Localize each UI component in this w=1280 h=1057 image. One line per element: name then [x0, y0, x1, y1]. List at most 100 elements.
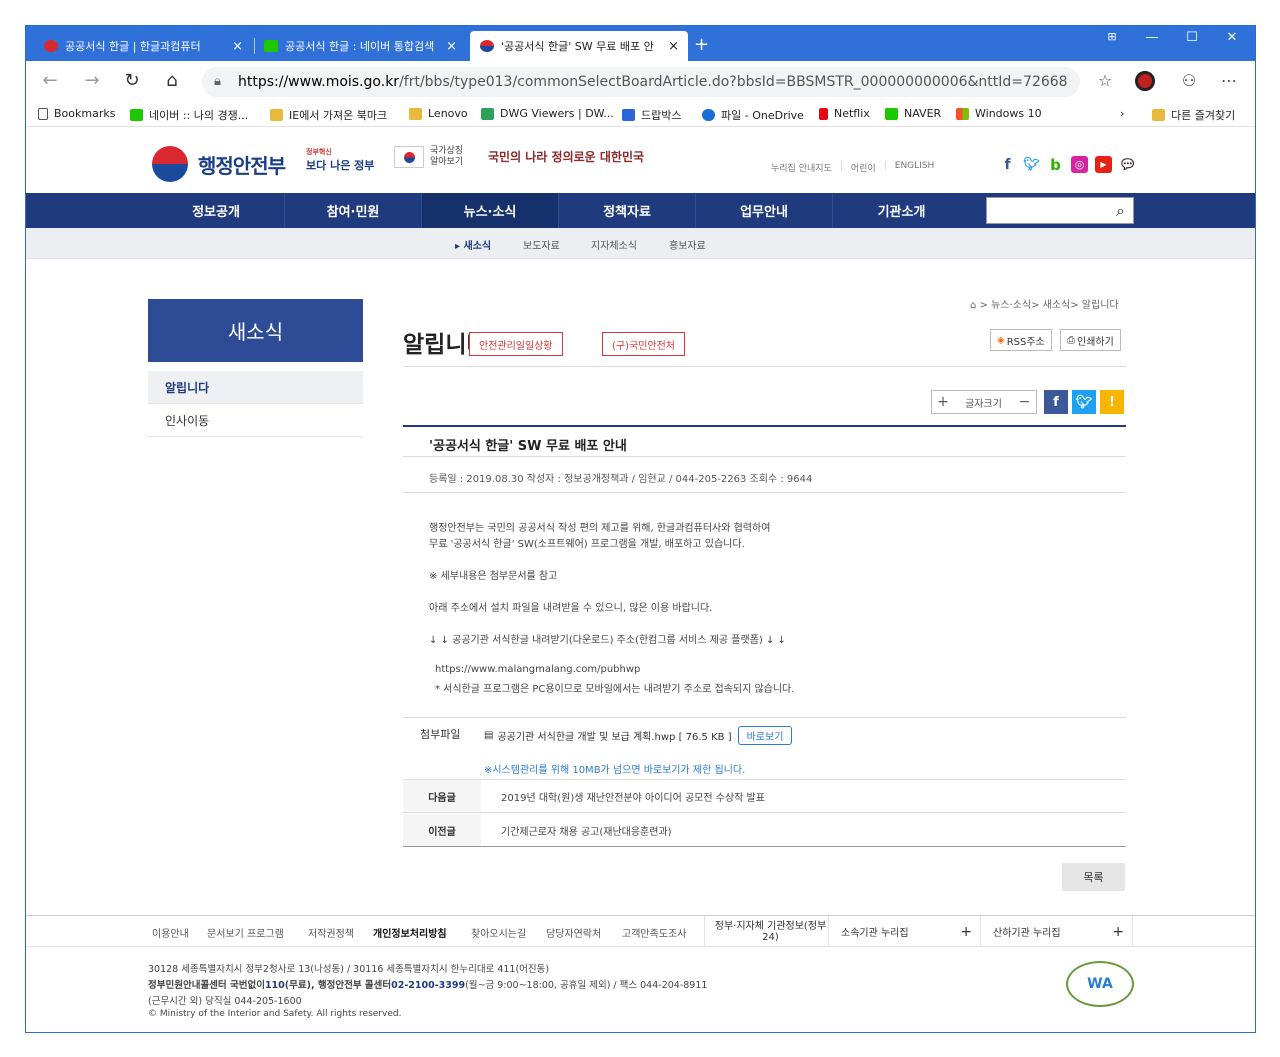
bookmark-item[interactable]: 네이버 :: 나의 경쟁...: [130, 107, 248, 123]
gnb-business[interactable]: 업무안내: [696, 193, 833, 228]
next-post-row[interactable]: 다음글 2019년 대학(원)생 재난안전분야 아이디어 공모전 수상작 발표: [403, 780, 1126, 813]
gnb-participation[interactable]: 참여·민원: [285, 193, 422, 228]
slogan-badge[interactable]: 국민의 나라 정의로운 대한민국: [488, 148, 644, 165]
minimize-icon[interactable]: —: [1132, 30, 1172, 45]
footer-link[interactable]: 저작권정책: [308, 925, 354, 940]
list-button[interactable]: 목록: [1062, 863, 1125, 891]
favorites-icon[interactable]: ☆: [1094, 71, 1116, 90]
close-icon[interactable]: ×: [446, 39, 457, 54]
bookmark-item[interactable]: DWG Viewers | DW...: [481, 107, 614, 120]
maximize-icon[interactable]: ☐: [1172, 30, 1212, 45]
gnb-policy[interactable]: 정책자료: [559, 193, 696, 228]
attachment-link[interactable]: 공공기관 서식한글 개발 및 보급 계획.hwp [ 76.5 KB ]: [497, 728, 731, 743]
tab-mois-article[interactable]: '공공서식 한글' SW 무료 배포 안 ×: [470, 31, 688, 61]
top-link-sitemap[interactable]: 누리집 안내지도: [771, 161, 832, 174]
footer-links: 이용안내 문서보기 프로그램 저작권정책 개인정보처리방침 찾아오시는길 담당자…: [26, 915, 1255, 947]
bookmark-item[interactable]: 드랍박스: [622, 107, 681, 123]
gnb-info-disclosure[interactable]: 정보공개: [148, 193, 285, 228]
subsidiary-sites-select[interactable]: 산하기관 누리집 +: [980, 916, 1133, 947]
gnb-news[interactable]: 뉴스·소식: [422, 193, 559, 228]
kakaotalk-icon[interactable]: 💬︎: [1119, 156, 1136, 173]
bookmark-label: Lenovo: [428, 107, 468, 120]
rss-button[interactable]: ◈ RSS주소: [990, 329, 1052, 351]
lnb-pr[interactable]: 홍보자료: [669, 237, 706, 252]
lnb-press[interactable]: 보도자료: [523, 237, 560, 252]
url-bar[interactable]: 🔒︎ https://www.mois.go.kr/frt/bbs/type01…: [202, 67, 1080, 97]
view-limit-notice: ※시스템관리를 위해 10MB가 넘으면 바로보기가 제한 됩니다.: [484, 765, 746, 776]
youtube-icon[interactable]: ▶: [1095, 156, 1112, 173]
facebook-icon[interactable]: f: [999, 156, 1016, 173]
search-input[interactable]: [987, 198, 1105, 223]
top-link-kids[interactable]: 어린이: [851, 161, 876, 174]
print-button[interactable]: ⎙ 인쇄하기: [1060, 329, 1121, 351]
blog-icon[interactable]: b: [1047, 156, 1064, 174]
bookmark-item[interactable]: IE에서 가져온 북마크: [270, 107, 387, 123]
divider: [403, 366, 1126, 367]
bookmark-item[interactable]: Netflix: [819, 107, 870, 120]
article-body-line: 행정안전부는 국민의 공공서식 작성 편의 제고를 위해, 한글과컴퓨터사와 협…: [429, 523, 771, 534]
article-body-line: ↓ ↓ 공공기관 서식한글 내려받기(다운로드) 주소(한컴그룹 서비스 제공 …: [429, 635, 786, 646]
back-icon[interactable]: ←: [38, 70, 62, 91]
close-icon[interactable]: ×: [232, 39, 243, 54]
side-item-notice[interactable]: 알립니다: [148, 371, 363, 404]
close-icon[interactable]: ×: [668, 39, 679, 54]
chevron-right-icon[interactable]: ›: [1120, 107, 1124, 120]
share-twitter-icon[interactable]: 🐦︎: [1072, 390, 1096, 414]
home-icon[interactable]: ⌂: [970, 300, 976, 311]
bookmark-item[interactable]: Windows 10: [956, 107, 1042, 120]
bookmark-item[interactable]: Lenovo: [409, 107, 468, 120]
tag-former-mpss[interactable]: (구)국민안전처: [602, 332, 686, 356]
prev-post-link[interactable]: 기간제근로자 채용 공고(재난대응훈련과): [501, 823, 672, 838]
bookmark-item[interactable]: 다른 즐겨찾기: [1152, 107, 1235, 123]
prev-post-row[interactable]: 이전글 기간제근로자 채용 공고(재난대응훈련과): [403, 814, 1126, 847]
tab-actions-icon[interactable]: ⊞: [1092, 30, 1132, 43]
more-icon[interactable]: ⋯: [1218, 71, 1240, 90]
affiliated-sites-select[interactable]: 소속기관 누리집 +: [828, 916, 980, 947]
refresh-icon[interactable]: ↻: [120, 70, 144, 91]
search-icon[interactable]: ⌕: [1116, 201, 1125, 221]
plus-icon: +: [1112, 924, 1124, 940]
profile-icon[interactable]: ⚇: [1178, 71, 1200, 90]
forward-icon[interactable]: →: [80, 70, 104, 91]
bookmark-item[interactable]: Bookmarks: [38, 107, 115, 120]
article-top-border: [403, 425, 1126, 427]
gov-info-select[interactable]: 정부·지자체 기관정보(정부24): [704, 916, 828, 947]
bookmark-label: IE에서 가져온 북마크: [289, 109, 388, 122]
new-tab-button[interactable]: +: [694, 34, 709, 55]
footer-link[interactable]: 고객만족도조사: [622, 925, 686, 940]
next-post-link[interactable]: 2019년 대학(원)생 재난안전분야 아이디어 공모전 수상작 발표: [501, 789, 765, 804]
footer-link-privacy[interactable]: 개인정보처리방침: [373, 925, 447, 940]
share-facebook-icon[interactable]: f: [1044, 390, 1068, 414]
national-symbol-badge[interactable]: 국가상징 알아보기: [394, 146, 463, 168]
tab-naver-search[interactable]: 공공서식 한글 : 네이버 통합검색 ×: [254, 31, 466, 61]
footer-address: 30128 세종특별자치시 정부2청사로 13(나성동) / 30116 세종특…: [148, 964, 550, 975]
footer-link[interactable]: 찾아오시는길: [471, 925, 526, 940]
close-window-icon[interactable]: ✕: [1212, 30, 1252, 45]
share-kakao-icon[interactable]: !: [1100, 390, 1124, 414]
main-navigation: 정보공개 참여·민원 뉴스·소식 정책자료 업무안내 기관소개 ⌕: [26, 193, 1255, 228]
gnb-about[interactable]: 기관소개: [833, 193, 970, 228]
instagram-icon[interactable]: ◎: [1071, 156, 1088, 173]
site-logo[interactable]: 행정안전부: [152, 146, 286, 182]
folder-icon: [1152, 109, 1165, 121]
tab-hancom[interactable]: 공공서식 한글 | 한글과컴퓨터 ×: [34, 31, 252, 61]
footer-link[interactable]: 문서보기 프로그램: [207, 925, 284, 940]
address-toolbar: ← → ↻ ⌂ 🔒︎ https://www.mois.go.kr/frt/bb…: [26, 61, 1255, 103]
font-increase-button[interactable]: +: [931, 390, 955, 414]
quick-view-button[interactable]: 바로보기: [737, 726, 793, 745]
footer-link[interactable]: 담당자연락처: [546, 925, 601, 940]
footer-link[interactable]: 이용안내: [152, 925, 189, 940]
lnb-new-news[interactable]: ▸ 새소식: [455, 237, 491, 252]
top-link-english[interactable]: ENGLISH: [895, 161, 935, 174]
twitter-icon[interactable]: 🐦︎: [1023, 156, 1040, 173]
download-link[interactable]: https://www.malangmalang.com/pubhwp: [435, 664, 640, 675]
bookmark-item[interactable]: 파일 - OneDrive: [702, 107, 804, 123]
font-decrease-button[interactable]: −: [1013, 390, 1037, 414]
home-icon[interactable]: ⌂: [160, 70, 184, 91]
tag-safety-daily[interactable]: 안전관리일일상황: [469, 332, 563, 356]
bookmark-item[interactable]: NAVER: [885, 107, 941, 120]
gov-innovation-badge[interactable]: 정부혁신 보다 나은 정부: [306, 146, 374, 172]
side-item-personnel[interactable]: 인사이동: [148, 404, 363, 437]
extension-icon[interactable]: [1134, 71, 1156, 95]
lnb-local[interactable]: 지자체소식: [591, 237, 637, 252]
